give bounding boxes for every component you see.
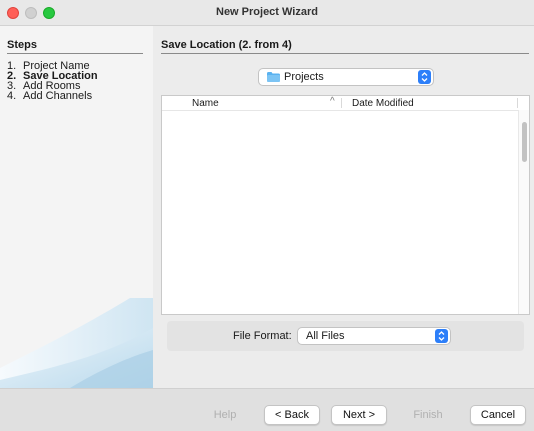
finish-button[interactable]: Finish bbox=[398, 405, 458, 425]
scrollbar-thumb[interactable] bbox=[522, 122, 527, 162]
column-divider bbox=[341, 98, 342, 108]
next-button[interactable]: Next > bbox=[331, 405, 387, 425]
steps-sidebar: Steps 1. Project Name 2. Save Location 3. A… bbox=[0, 26, 153, 388]
folder-select-value: Projects bbox=[284, 71, 324, 83]
column-header-name[interactable]: Name bbox=[192, 98, 219, 109]
back-button[interactable]: < Back bbox=[264, 405, 320, 425]
file-format-label: File Format: bbox=[233, 330, 292, 342]
step-add-channels: 4. Add Channels bbox=[7, 90, 93, 102]
help-button[interactable]: Help bbox=[200, 405, 250, 425]
file-list-header: Name ^ Date Modified bbox=[162, 96, 529, 111]
file-list[interactable]: Name ^ Date Modified bbox=[161, 95, 530, 315]
page-title: Save Location (2. from 4) bbox=[161, 39, 529, 54]
button-bar: Help < Back Next > Finish Cancel bbox=[0, 388, 534, 431]
wizard-window: New Project Wizard Steps 1. Project Name … bbox=[0, 0, 534, 431]
folder-icon bbox=[267, 72, 280, 82]
steps-list: 1. Project Name 2. Save Location 3. Add Roo… bbox=[7, 61, 98, 102]
decorative-wave-graphic bbox=[0, 298, 153, 388]
steps-heading: Steps bbox=[7, 39, 143, 54]
stepper-arrows-icon bbox=[435, 329, 448, 343]
file-format-value: All Files bbox=[306, 330, 345, 342]
file-format-select[interactable]: All Files bbox=[297, 327, 451, 345]
file-format-panel: File Format: All Files bbox=[167, 321, 524, 351]
cancel-button[interactable]: Cancel bbox=[470, 405, 526, 425]
column-header-date-modified[interactable]: Date Modified bbox=[352, 98, 414, 109]
title-bar: New Project Wizard bbox=[0, 0, 534, 26]
column-divider bbox=[517, 98, 518, 108]
folder-select[interactable]: Projects bbox=[258, 68, 434, 86]
stepper-arrows-icon bbox=[418, 70, 431, 84]
sort-ascending-icon: ^ bbox=[330, 96, 335, 107]
file-list-scrollbar[interactable] bbox=[518, 110, 529, 314]
step-label: Add Channels bbox=[23, 90, 93, 102]
window-title: New Project Wizard bbox=[216, 6, 318, 18]
